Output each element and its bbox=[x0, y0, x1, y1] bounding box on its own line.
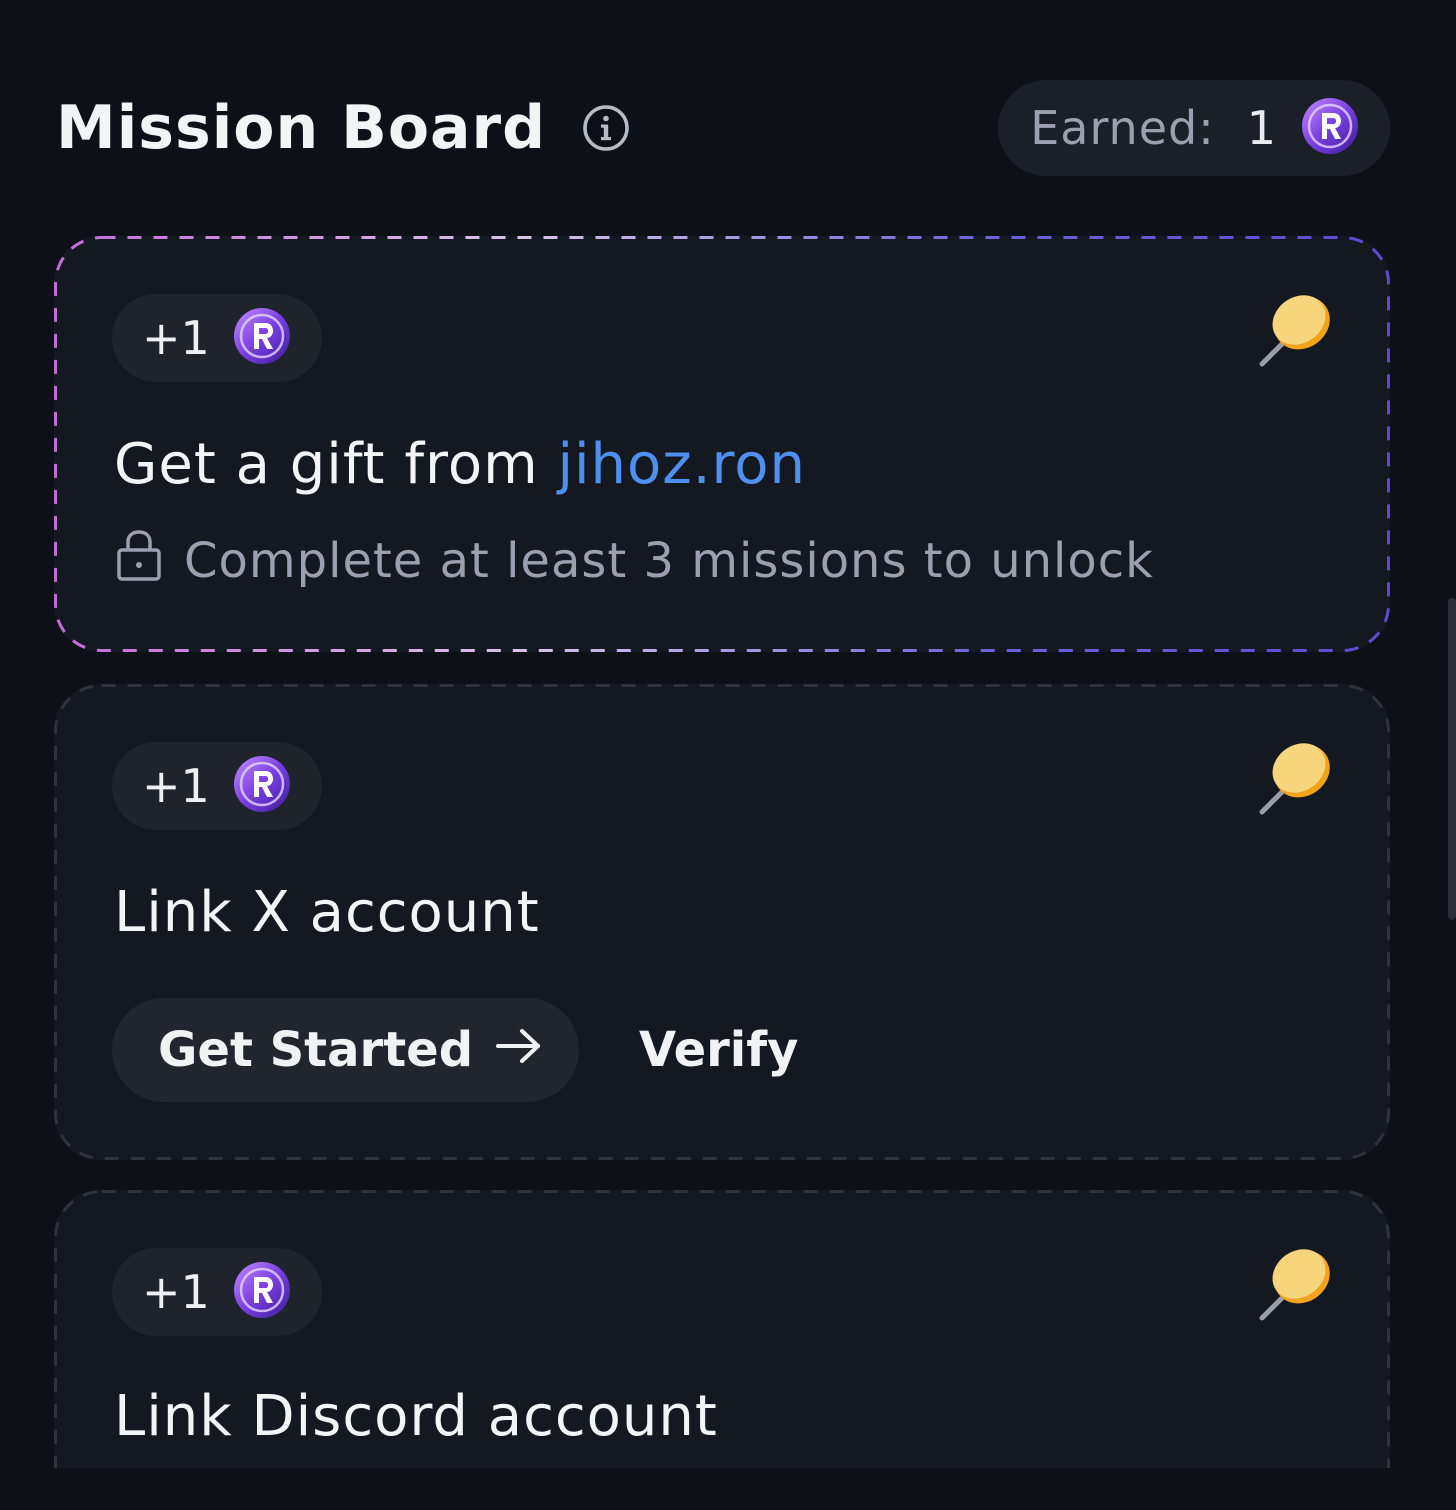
get-started-label: Get Started bbox=[158, 1022, 474, 1078]
mission-card-gift: +1 Get a gift from jihoz.ron Complete at… bbox=[54, 236, 1390, 652]
pushpin-icon bbox=[1256, 292, 1334, 370]
page-title: Mission Board bbox=[56, 93, 547, 163]
mission-card-link-x: +1 Link X account Get Started Verify bbox=[54, 684, 1390, 1160]
mission-title-text: Get a gift from bbox=[114, 432, 558, 497]
reward-badge: +1 bbox=[112, 1248, 322, 1336]
arrow-right-icon bbox=[495, 1022, 543, 1078]
lock-icon bbox=[116, 528, 162, 594]
mission-title: Link X account bbox=[114, 880, 540, 945]
reward-badge: +1 bbox=[112, 294, 322, 382]
verify-button[interactable]: Verify bbox=[639, 1022, 798, 1078]
reward-amount: +1 bbox=[142, 1265, 210, 1319]
info-icon[interactable] bbox=[582, 104, 630, 152]
get-started-button[interactable]: Get Started bbox=[112, 998, 580, 1102]
ronin-coin-icon bbox=[1300, 96, 1360, 160]
mission-board-page: Mission Board Earned: 1 +1 Get a gift fr… bbox=[0, 0, 1456, 1510]
pushpin-icon bbox=[1256, 740, 1334, 818]
unlock-requirement-text: Complete at least 3 missions to unlock bbox=[184, 533, 1154, 589]
mission-card-link-discord: +1 Link Discord account bbox=[54, 1190, 1390, 1468]
reward-amount: +1 bbox=[142, 311, 210, 365]
unlock-requirement: Complete at least 3 missions to unlock bbox=[116, 528, 1154, 594]
earned-label: Earned: bbox=[1030, 101, 1215, 155]
reward-badge: +1 bbox=[112, 742, 322, 830]
earned-badge: Earned: 1 bbox=[998, 80, 1390, 176]
reward-amount: +1 bbox=[142, 759, 210, 813]
ronin-coin-icon bbox=[232, 1260, 292, 1324]
gift-sender-link[interactable]: jihoz.ron bbox=[557, 432, 806, 497]
earned-value: 1 bbox=[1246, 101, 1276, 155]
ronin-coin-icon bbox=[232, 754, 292, 818]
mission-title: Get a gift from jihoz.ron bbox=[114, 432, 806, 497]
mission-board-header: Mission Board Earned: 1 bbox=[56, 80, 1390, 176]
ronin-coin-icon bbox=[232, 306, 292, 370]
title-group: Mission Board bbox=[56, 93, 630, 163]
mission-title: Link Discord account bbox=[114, 1384, 718, 1449]
mission-actions: Get Started Verify bbox=[112, 998, 798, 1102]
scrollbar[interactable] bbox=[1448, 598, 1456, 920]
pushpin-icon bbox=[1256, 1246, 1334, 1324]
